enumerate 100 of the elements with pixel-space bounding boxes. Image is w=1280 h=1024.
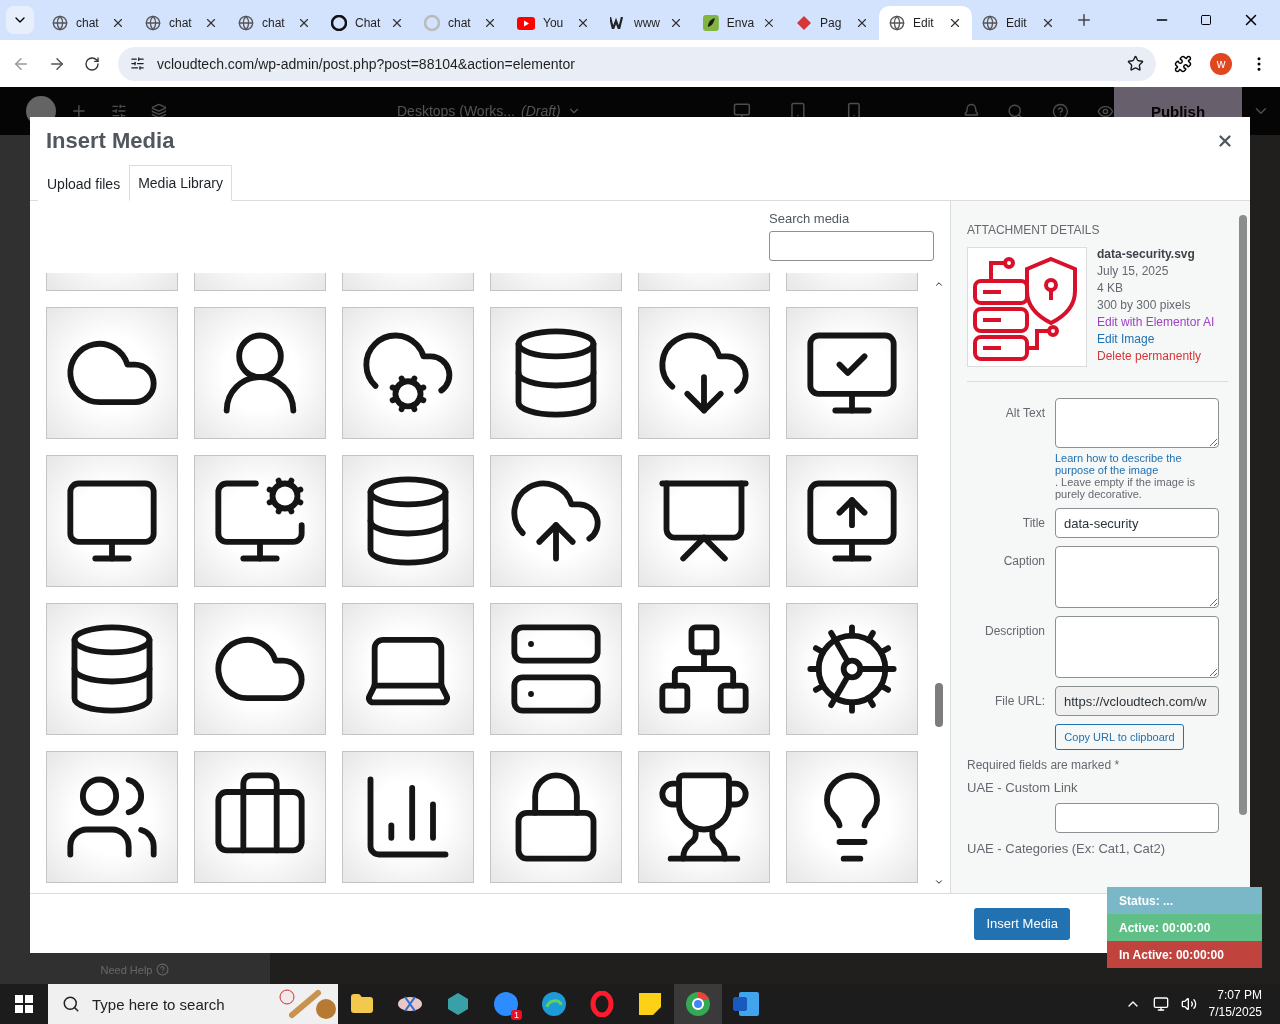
close-icon[interactable]: [855, 16, 869, 30]
media-thumbnail[interactable]: [786, 603, 918, 735]
media-thumbnail[interactable]: [342, 455, 474, 587]
scroll-down-icon[interactable]: [934, 877, 944, 887]
field-label: Description: [983, 623, 1045, 638]
close-icon[interactable]: [390, 16, 404, 30]
sliders-icon[interactable]: [111, 103, 128, 119]
help-link[interactable]: Learn how to describe the purpose of the image: [1055, 452, 1219, 476]
media-thumbnail[interactable]: [46, 603, 178, 735]
media-thumbnail[interactable]: [638, 455, 770, 587]
diamond-icon: [796, 15, 812, 31]
media-thumbnail[interactable]: [46, 307, 178, 439]
browser-tab[interactable]: chat: [135, 6, 228, 40]
media-thumbnail[interactable]: [490, 455, 622, 587]
text-input[interactable]: data-security: [1055, 508, 1219, 538]
knot-icon: [331, 15, 347, 31]
site-icon: [610, 17, 626, 29]
close-icon[interactable]: [111, 16, 125, 30]
windows-logo-icon: [15, 995, 33, 1013]
media-thumbnail[interactable]: [490, 751, 622, 883]
globe-icon: [982, 15, 998, 31]
media-thumbnail[interactable]: [786, 751, 918, 883]
search-icon: [62, 995, 80, 1013]
browser-tab[interactable]: chat: [228, 6, 321, 40]
close-icon[interactable]: [948, 16, 962, 30]
file-name: data-security.svg: [1097, 247, 1196, 261]
volume-icon[interactable]: [1180, 996, 1197, 1012]
browser-tab[interactable]: chat: [42, 6, 135, 40]
media-thumbnail[interactable]: [490, 307, 622, 439]
media-thumbnail[interactable]: [490, 603, 622, 735]
scrollbar-thumb[interactable]: [1239, 215, 1247, 815]
media-thumbnail[interactable]: [194, 603, 326, 735]
close-icon[interactable]: [204, 16, 218, 30]
media-thumbnail[interactable]: [194, 751, 326, 883]
profile-avatar[interactable]: w: [1210, 52, 1232, 75]
browser-tab[interactable]: www: [600, 6, 693, 40]
media-thumbnail[interactable]: [638, 307, 770, 439]
media-thumbnail[interactable]: [46, 751, 178, 883]
help-text: Learn how to describe the purpose of the image . Leave empty if the image is purely decorative.: [1055, 452, 1219, 500]
text-area[interactable]: [1055, 546, 1219, 608]
browser-tab[interactable]: Enva: [693, 6, 786, 40]
copy-url-button[interactable]: Copy URL to clipboard: [1055, 724, 1184, 750]
browser-tab[interactable]: chat: [414, 6, 507, 40]
close-icon[interactable]: [1216, 132, 1234, 150]
media-thumbnail[interactable]: [342, 603, 474, 735]
tab-list-button[interactable]: [6, 6, 34, 34]
status-row: Active: 00:00:00: [1107, 914, 1262, 941]
close-icon[interactable]: [297, 16, 311, 30]
bookmark-star-icon[interactable]: [1127, 55, 1144, 72]
media-thumbnail[interactable]: [194, 307, 326, 439]
scroll-up-icon[interactable]: [934, 279, 944, 289]
action-link[interactable]: Edit Image: [1097, 332, 1215, 346]
address-bar[interactable]: vcloudtech.com/wp-admin/post.php?post=88104&action=elementor: [118, 46, 1156, 81]
search-field[interactable]: [769, 231, 934, 261]
notification-badge: 1: [511, 1010, 522, 1020]
action-link[interactable]: Delete permanently: [1097, 349, 1215, 363]
clock[interactable]: 7:07 PM 7/15/2025: [1208, 987, 1262, 1021]
close-icon[interactable]: [762, 16, 776, 30]
field-label: UAE - Categories (Ex: Cat1, Cat2): [967, 841, 1166, 856]
browser-tab[interactable]: You: [507, 6, 600, 40]
globe-icon: [52, 15, 68, 31]
media-thumbnail[interactable]: [194, 455, 326, 587]
media-thumbnail[interactable]: [786, 455, 918, 587]
media-thumbnail[interactable]: [342, 307, 474, 439]
text-input[interactable]: [1055, 803, 1219, 833]
close-icon[interactable]: [576, 16, 590, 30]
browser-tab[interactable]: Edit: [972, 6, 1065, 40]
chrome-icon[interactable]: [674, 984, 722, 1024]
layers-icon[interactable]: [151, 103, 167, 119]
new-tab-icon[interactable]: [1075, 11, 1093, 29]
close-icon[interactable]: [669, 16, 683, 30]
video-meeting-icon[interactable]: [493, 991, 519, 1017]
browser-tab[interactable]: Chat: [321, 6, 414, 40]
close-icon[interactable]: [483, 16, 497, 30]
text-area[interactable]: [1055, 616, 1219, 678]
network-icon[interactable]: [1152, 996, 1169, 1012]
restore-icon[interactable]: [1200, 14, 1212, 26]
file-size: 4 KB: [1097, 281, 1124, 295]
help-icon[interactable]: [1052, 102, 1069, 120]
extensions-icon[interactable]: [1174, 54, 1192, 73]
close-icon[interactable]: [1041, 16, 1055, 30]
scrollbar-thumb[interactable]: [935, 683, 943, 727]
tablet-icon[interactable]: [789, 102, 807, 120]
action-link[interactable]: Edit with Elementor AI: [1097, 315, 1215, 329]
insert-media-button[interactable]: Insert Media: [974, 907, 1070, 940]
site-settings-icon[interactable]: [130, 56, 145, 71]
text-area[interactable]: [1055, 398, 1219, 448]
media-thumbnail[interactable]: [46, 455, 178, 587]
media-thumbnail[interactable]: [638, 603, 770, 735]
dialog-title: Insert Media: [46, 128, 176, 154]
browser-tab[interactable]: Pag: [786, 6, 879, 40]
reload-icon[interactable]: [84, 55, 100, 72]
url-field[interactable]: https://vcloudtech.com/w: [1055, 686, 1219, 716]
media-thumbnail[interactable]: [786, 307, 918, 439]
taskbar-search-field[interactable]: Type here to search: [48, 984, 338, 1024]
browser-tab[interactable]: Edit: [879, 6, 972, 40]
media-thumbnail[interactable]: [638, 751, 770, 883]
dialog-tab[interactable]: Media Library: [129, 165, 232, 201]
status-row: Status: ...: [1107, 887, 1262, 914]
media-thumbnail[interactable]: [342, 751, 474, 883]
